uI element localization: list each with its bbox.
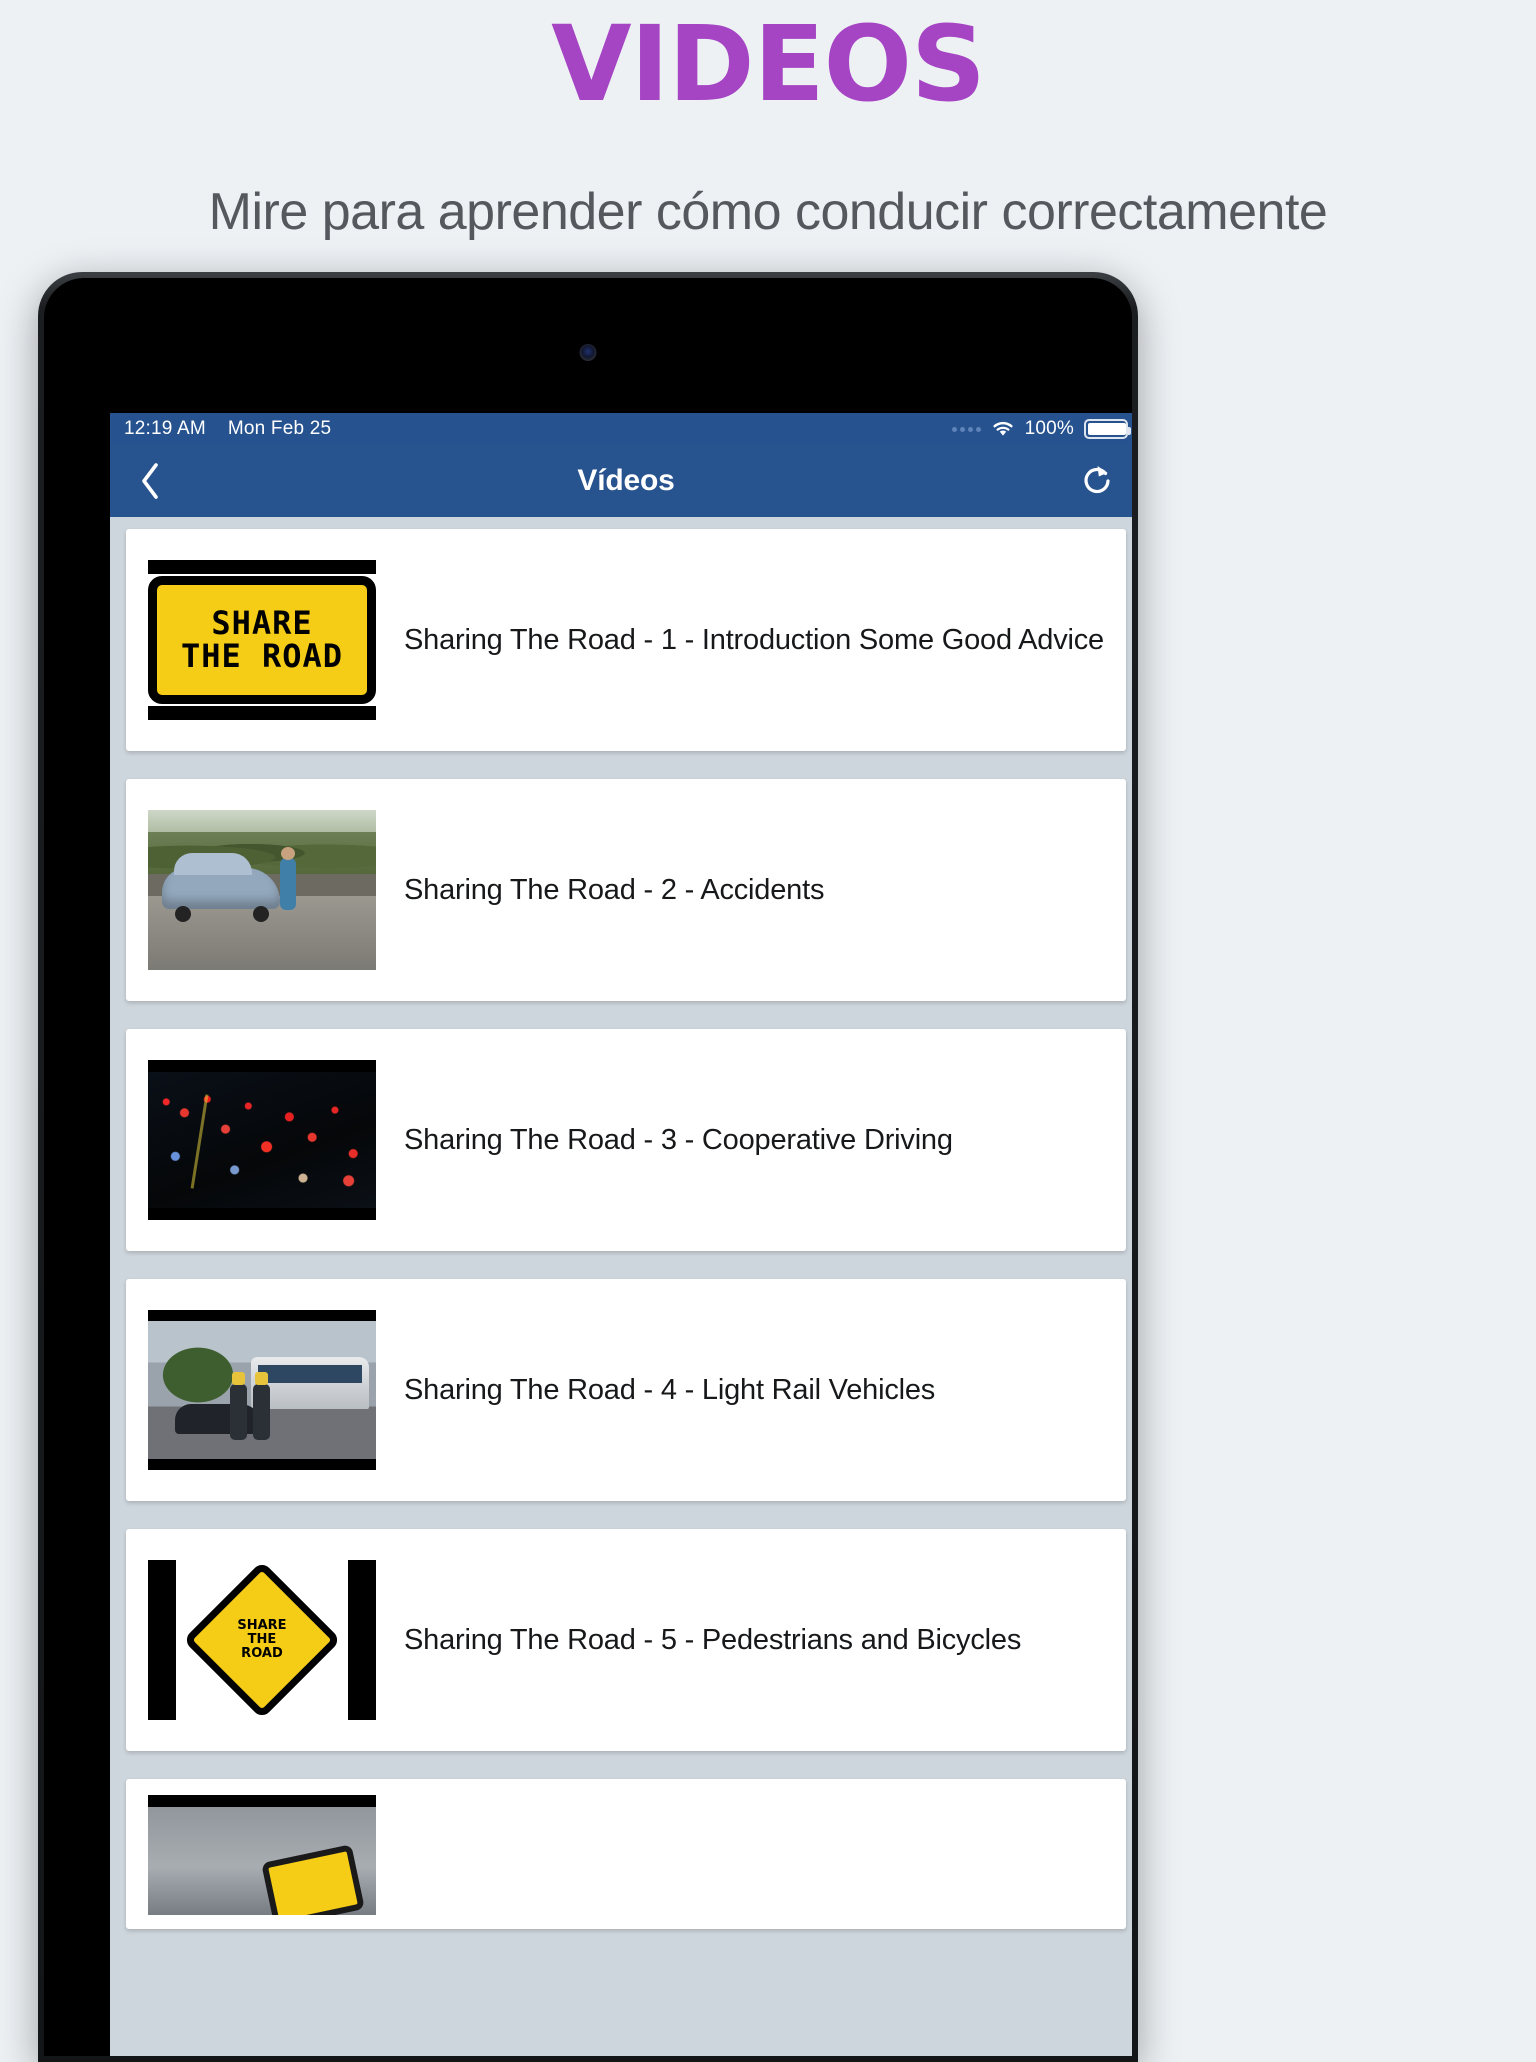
refresh-button[interactable] (1052, 445, 1132, 517)
device-frame: 12:19 AM Mon Feb 25 100% Vídeos SHARE TH… (38, 272, 1138, 2062)
page-title: VIDEOS (551, 3, 986, 125)
video-list[interactable]: SHARE THE ROAD Sharing The Road - 1 - In… (110, 517, 1132, 2056)
list-item[interactable]: SHARE THE ROAD Sharing The Road - 1 - In… (126, 529, 1126, 751)
video-title: Sharing The Road - 4 - Light Rail Vehicl… (404, 1373, 936, 1406)
front-camera-icon (579, 344, 597, 361)
sign-text-line2: THE ROAD (180, 637, 344, 675)
video-title: Sharing The Road - 2 - Accidents (404, 873, 825, 906)
list-item[interactable]: Sharing The Road - 4 - Light Rail Vehicl… (126, 1279, 1126, 1501)
wifi-icon (991, 420, 1015, 438)
video-thumbnail: SHARE THE ROAD (148, 560, 376, 720)
battery-percent-label: 100% (1024, 418, 1074, 439)
status-bar: 12:19 AM Mon Feb 25 100% (110, 413, 1132, 445)
video-thumbnail (148, 1795, 376, 1915)
back-button[interactable] (110, 445, 190, 517)
video-thumbnail: SHARE THE ROAD (148, 1560, 376, 1720)
sign-text-line1: SHARE (211, 604, 313, 643)
video-thumbnail (148, 810, 376, 970)
status-bar-indicators: 100% (951, 418, 1131, 440)
navbar-title: Vídeos (577, 464, 675, 497)
list-item[interactable] (126, 1779, 1126, 1929)
device-bezel: 12:19 AM Mon Feb 25 100% Vídeos SHARE TH… (44, 278, 1132, 2056)
list-item[interactable]: SHARE THE ROAD Sharing The Road - 5 - Pe… (126, 1529, 1126, 1751)
video-title: Sharing The Road - 5 - Pedestrians and B… (404, 1623, 1022, 1656)
tablet-device-mockup: 12:19 AM Mon Feb 25 100% Vídeos SHARE TH… (38, 272, 1138, 2062)
refresh-icon (1084, 466, 1110, 494)
list-item[interactable]: Sharing The Road - 3 - Cooperative Drivi… (126, 1029, 1126, 1251)
page-subtitle: Mire para aprender cómo conducir correct… (208, 183, 1328, 241)
navigation-bar: Vídeos (110, 445, 1132, 517)
video-thumbnail (148, 1060, 376, 1220)
sign-text-line2: THE (247, 1632, 277, 1648)
status-bar-date: Mon Feb 25 (227, 418, 332, 439)
device-screen: 12:19 AM Mon Feb 25 100% Vídeos SHARE TH… (110, 413, 1132, 2056)
chevron-left-icon (142, 463, 158, 499)
sign-text-line3: ROAD (241, 1645, 283, 1661)
signal-dots-icon (951, 426, 981, 432)
list-item[interactable]: Sharing The Road - 2 - Accidents (126, 779, 1126, 1001)
video-title: Sharing The Road - 3 - Cooperative Drivi… (404, 1123, 953, 1156)
video-title: Sharing The Road - 1 - Introduction Some… (404, 623, 1104, 656)
battery-full-icon (1084, 419, 1131, 439)
video-thumbnail (148, 1310, 376, 1470)
status-bar-time: 12:19 AM (124, 418, 206, 439)
